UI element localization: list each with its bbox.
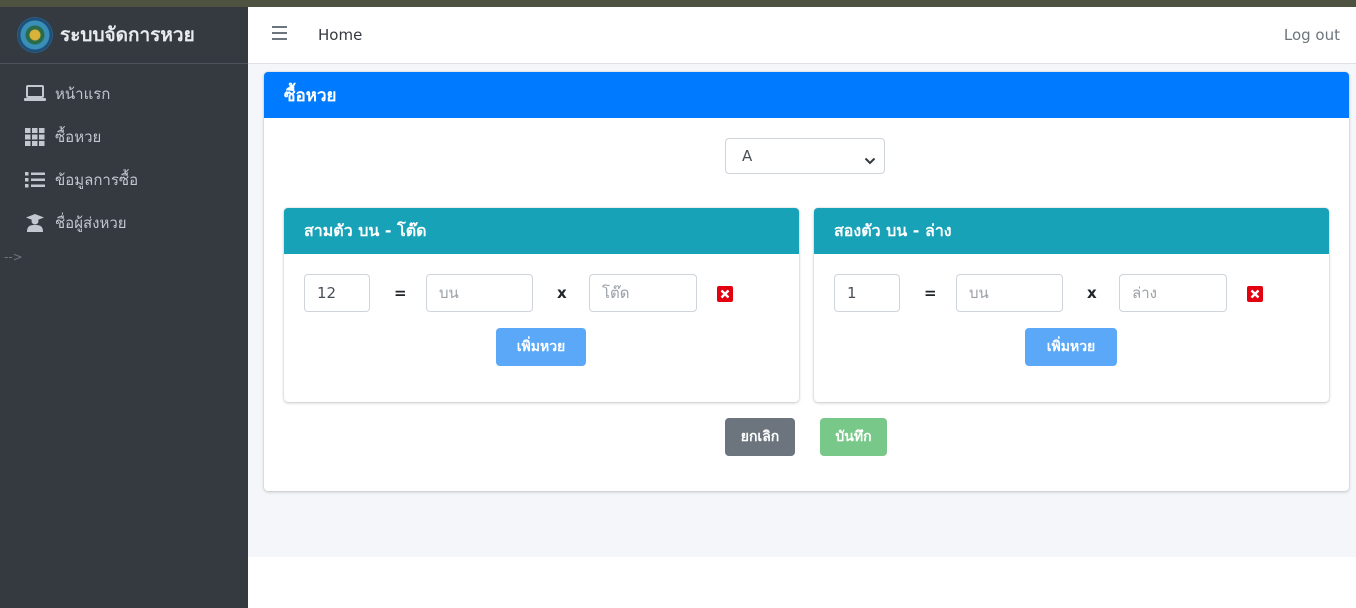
two-digit-top-input[interactable] (956, 274, 1063, 312)
stray-text: --> (4, 250, 23, 264)
buy-lottery-card: ซื้อหวย A สามตัว บน - โต๊ด = x เพิ่มหวย … (264, 72, 1349, 491)
delete-row-icon[interactable] (1247, 286, 1263, 302)
three-digit-card: สามตัว บน - โต๊ด = x เพิ่มหวย (284, 208, 799, 402)
save-button[interactable]: บันทึก (820, 418, 887, 456)
equals-sign: = (924, 284, 937, 302)
logout-link[interactable]: Log out (1284, 26, 1340, 44)
times-sign: x (1087, 284, 1097, 302)
sidebar-item-label: ข้อมูลการซื้อ (55, 170, 139, 189)
two-digit-add-button[interactable]: เพิ่มหวย (1025, 328, 1117, 366)
list-icon (24, 171, 46, 189)
brand-link[interactable]: ระบบจัดการหวย (0, 7, 248, 64)
sidebar-item-label: ซื้อหวย (55, 127, 102, 146)
sidebar-item-purchase-info[interactable]: ข้อมูลการซื้อ (0, 158, 248, 201)
two-digit-card: สองตัว บน - ล่าง = x เพิ่มหวย (814, 208, 1329, 402)
delete-row-icon[interactable] (717, 286, 733, 302)
equals-sign: = (394, 284, 407, 302)
three-digit-title: สามตัว บน - โต๊ด (284, 208, 799, 254)
laptop-icon (24, 84, 46, 103)
brand-title: ระบบจัดการหวย (60, 24, 195, 46)
three-digit-add-button[interactable]: เพิ่มหวย (496, 328, 586, 366)
sidebar-item-label: หน้าแรก (55, 84, 111, 103)
sidebar-item-home[interactable]: หน้าแรก (0, 72, 248, 115)
sidebar-item-buy-lottery[interactable]: ซื้อหวย (0, 115, 248, 158)
grid-icon (24, 127, 46, 146)
nav-home-link[interactable]: Home (318, 26, 362, 44)
card-title: ซื้อหวย (264, 72, 1349, 118)
two-digit-bottom-input[interactable] (1119, 274, 1227, 312)
cancel-button[interactable]: ยกเลิก (725, 418, 795, 456)
three-digit-number-input[interactable] (304, 274, 370, 312)
sidebar-item-senders[interactable]: ชื่อผู้ส่งหวย (0, 201, 248, 244)
group-select[interactable]: A (725, 138, 885, 174)
select-value: A (742, 147, 753, 165)
three-digit-top-input[interactable] (426, 274, 533, 312)
top-navbar: Home Log out (248, 7, 1356, 64)
sidebar-nav: หน้าแรก ซื้อหวย ข้อมูลการซื้อ ชื่อผู้ส่ง… (0, 64, 248, 244)
sidebar: ระบบจัดการหวย หน้าแรก ซื้อหวย ข้อมูลการซ… (0, 7, 248, 608)
two-digit-title: สองตัว บน - ล่าง (814, 208, 1329, 254)
sidebar-item-label: ชื่อผู้ส่งหวย (55, 213, 127, 232)
hamburger-menu-icon[interactable] (272, 26, 287, 40)
user-graduate-icon (24, 213, 46, 232)
times-sign: x (557, 284, 567, 302)
top-accent-strip (0, 0, 1356, 7)
two-digit-number-input[interactable] (834, 274, 900, 312)
brand-logo-icon (18, 18, 52, 52)
content-wrapper: ซื้อหวย A สามตัว บน - โต๊ด = x เพิ่มหวย … (248, 64, 1356, 557)
chevron-down-icon (864, 151, 876, 170)
three-digit-tod-input[interactable] (589, 274, 697, 312)
